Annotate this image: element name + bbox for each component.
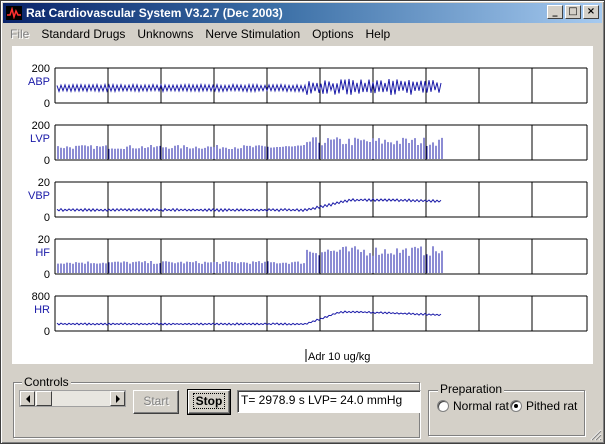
lvp-max-label: 200 bbox=[32, 120, 50, 132]
hf-channel-label: HF bbox=[35, 247, 50, 259]
app-icon[interactable] bbox=[6, 6, 22, 20]
minimize-button[interactable]: _ bbox=[547, 5, 563, 19]
preparation-group-label: Preparation bbox=[438, 382, 505, 396]
scroll-right-arrow[interactable] bbox=[110, 391, 125, 406]
arrow-right-icon bbox=[116, 395, 120, 403]
menu-file[interactable]: File bbox=[4, 27, 35, 41]
radio-pithed-label: Pithed rat bbox=[526, 399, 578, 413]
lvp-trace bbox=[57, 137, 443, 159]
status-readout: T= 2978.9 s LVP= 24.0 mmHg bbox=[237, 390, 421, 413]
event-marker-label: Adr 10 ug/kg bbox=[308, 351, 370, 363]
hr-channel-label: HR bbox=[34, 304, 50, 316]
hr-trace bbox=[56, 310, 442, 326]
radio-pithed-rat[interactable]: Pithed rat bbox=[510, 399, 577, 413]
stop-button[interactable]: Stop bbox=[187, 389, 231, 415]
abp-channel-label: ABP bbox=[28, 76, 50, 88]
hr-min-label: 0 bbox=[44, 326, 50, 338]
menu-standard-drugs[interactable]: Standard Drugs bbox=[35, 27, 131, 41]
scroll-left-arrow[interactable] bbox=[20, 391, 35, 406]
maximize-button[interactable]: □ bbox=[565, 5, 581, 19]
abp-trace bbox=[56, 78, 442, 96]
hf-trace bbox=[57, 246, 443, 273]
chart-recorder-traces: 200ABP0200LVP020VBP020HF0800HR0 Adr 10 u… bbox=[28, 63, 588, 363]
vbp-max-label: 20 bbox=[38, 177, 50, 189]
vbp-channel-label: VBP bbox=[28, 190, 50, 202]
lvp-min-label: 0 bbox=[44, 155, 50, 167]
menu-bar: File Standard Drugs Unknowns Nerve Stimu… bbox=[4, 24, 396, 43]
chart-recorder-panel: 200 ABP 0 200 LVP 0 20 VBP 0 20 HF 0 800 HR 0 Adr 10 u… bbox=[12, 46, 593, 364]
radio-normal-rat[interactable]: Normal rat bbox=[437, 399, 509, 413]
start-button[interactable]: Start bbox=[133, 390, 179, 414]
abp-min-label: 0 bbox=[44, 98, 50, 110]
menu-options[interactable]: Options bbox=[306, 27, 359, 41]
vbp-min-label: 0 bbox=[44, 212, 50, 224]
window-title: Rat Cardiovascular System V3.2.7 (Dec 20… bbox=[26, 6, 283, 20]
radio-selected-dot bbox=[514, 404, 518, 408]
controls-group-label: Controls bbox=[22, 375, 71, 389]
radio-pithed-circle[interactable] bbox=[510, 400, 522, 412]
menu-help[interactable]: Help bbox=[360, 27, 397, 41]
scrollbar-thumb[interactable] bbox=[36, 391, 52, 406]
preparation-group bbox=[428, 390, 585, 436]
resize-grip-icon[interactable] bbox=[590, 429, 602, 441]
hr-max-label: 800 bbox=[32, 291, 50, 303]
hf-min-label: 0 bbox=[44, 269, 50, 281]
app-window: Rat Cardiovascular System V3.2.7 (Dec 20… bbox=[0, 0, 605, 444]
speed-scrollbar[interactable] bbox=[19, 390, 126, 407]
vbp-trace bbox=[56, 197, 442, 213]
stop-button-label: Stop bbox=[192, 393, 226, 409]
radio-normal-label: Normal rat bbox=[453, 399, 510, 413]
menu-nerve-stimulation[interactable]: Nerve Stimulation bbox=[199, 27, 306, 41]
hf-max-label: 20 bbox=[38, 234, 50, 246]
lvp-channel-label: LVP bbox=[30, 133, 50, 145]
radio-normal-circle[interactable] bbox=[437, 400, 449, 412]
arrow-left-icon bbox=[26, 395, 30, 403]
abp-max-label: 200 bbox=[32, 63, 50, 75]
title-bar[interactable]: Rat Cardiovascular System V3.2.7 (Dec 20… bbox=[3, 3, 602, 23]
menu-unknowns[interactable]: Unknowns bbox=[131, 27, 199, 41]
close-button[interactable]: × bbox=[583, 5, 599, 19]
